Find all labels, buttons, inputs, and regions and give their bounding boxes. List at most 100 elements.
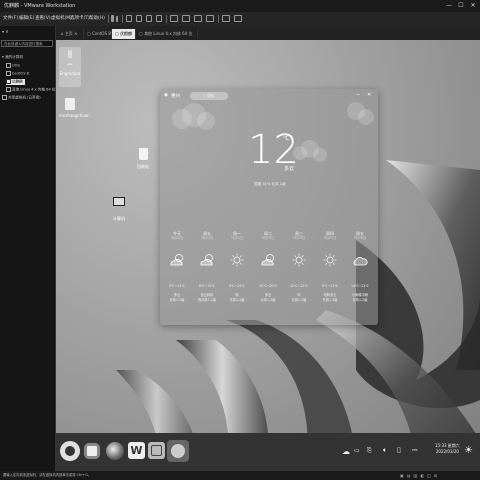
forecast-temp-range: 12℃~22℃ bbox=[290, 284, 308, 288]
library-search-input[interactable]: 在此处键入内容进行搜索 bbox=[1, 40, 53, 47]
toolbar-divider bbox=[218, 15, 219, 23]
forecast-wind: 东风1-2级 bbox=[322, 297, 338, 302]
forecast-date: 3月21日 bbox=[200, 236, 214, 240]
tab-close-icon[interactable]: ✕ bbox=[74, 31, 77, 36]
vm-icon bbox=[6, 87, 11, 92]
forecast-date: 3月23日 bbox=[261, 236, 275, 240]
archive-icon: ⦀ bbox=[67, 50, 73, 61]
forecast-wind: 北风1-2级 bbox=[352, 297, 368, 302]
pause-dropdown-icon[interactable] bbox=[116, 16, 118, 22]
stretch-guest-icon[interactable] bbox=[234, 15, 242, 22]
trash-icon bbox=[138, 148, 148, 160]
forecast-temp-range: 9℃~23℃ bbox=[322, 284, 338, 288]
library-item-uos[interactable]: UOS bbox=[6, 63, 20, 68]
forecast-day: 周二 3月23日 10℃~20℃ 多云 北风1-2级 bbox=[253, 231, 283, 302]
cloud-sun-icon bbox=[162, 252, 192, 278]
desktop-icon-engrampa[interactable]: ⦀ ▪▪▪ Engrampa bbox=[59, 47, 81, 87]
weather-app-icon[interactable] bbox=[167, 440, 189, 462]
forecast-day: 周五 3月21日 8℃~15℃ 多云转晴 西北风1-2级 bbox=[192, 231, 222, 302]
desktop-icon-label: 计算机 bbox=[113, 216, 125, 221]
start-menu-icon[interactable] bbox=[60, 441, 80, 461]
weather-window[interactable]: ◉ 惠州 ⌕ 搜索 − ✕ 12 ℃ 多云 湿度 51% 北风 1级 今天 3月… bbox=[160, 89, 378, 325]
vm-icon bbox=[6, 79, 11, 84]
menu-view[interactable]: 查看(V) bbox=[35, 12, 51, 26]
multitask-view-icon[interactable] bbox=[84, 443, 100, 459]
network-icon[interactable]: ▭ bbox=[354, 447, 360, 454]
computer-icon bbox=[113, 197, 125, 206]
menu-tabs[interactable]: 选项卡(T) bbox=[70, 12, 90, 26]
forecast-day: 周三 3月24日 12℃~22℃ 晴 东风1-2级 bbox=[284, 231, 314, 302]
menu-bar: 文件(F) 编辑(E) 查看(V) 虚拟机(M) 选项卡(T) 帮助(H) bbox=[0, 12, 480, 26]
desktop-icon-label: moshangchuan bbox=[59, 113, 90, 118]
desktop-icon-label: 回收站 bbox=[137, 164, 149, 169]
cloud-sun-icon bbox=[192, 252, 222, 278]
vmware-status-bar: 要输入定向到该虚拟机，请在虚拟机内部单击或按 Ctrl+G。 ▣▤▥◧◫⊞ bbox=[0, 471, 480, 480]
console-view-icon[interactable] bbox=[222, 15, 230, 22]
cloud-icon bbox=[345, 252, 375, 278]
menu-file[interactable]: 文件(F) bbox=[3, 12, 18, 26]
unity-icon[interactable] bbox=[206, 15, 214, 22]
tab-other-linux[interactable]: ▢ 其他 Linux 4.x 内核 64 位 ✕ bbox=[136, 29, 198, 46]
full-screen-icon[interactable] bbox=[194, 15, 202, 22]
forecast-wind: 西北风1-2级 bbox=[198, 297, 216, 302]
menu-help[interactable]: 帮助(H) bbox=[89, 12, 105, 26]
library-header: ▾ ✕ bbox=[2, 29, 9, 34]
forecast-date: 3月24日 bbox=[292, 236, 306, 240]
forecast-wind: 东风1-2级 bbox=[229, 297, 245, 302]
menu-vm[interactable]: 虚拟机(M) bbox=[51, 12, 72, 26]
desktop-icon-home[interactable]: moshangchuan bbox=[59, 98, 90, 118]
forecast-day: 周一 3月22日 9℃~19℃ 晴 东风1-2级 bbox=[222, 231, 252, 302]
library-toggle-icon[interactable] bbox=[170, 15, 178, 22]
forecast-temp-range: 8℃~15℃ bbox=[199, 284, 215, 288]
forecast-temp-range: 14℃~22℃ bbox=[351, 284, 369, 288]
volume-icon[interactable]: 🔈︎ bbox=[383, 446, 387, 455]
usb-device-icon[interactable]: ⎓ bbox=[412, 446, 418, 455]
snapshot-icon[interactable] bbox=[136, 15, 142, 22]
sidebar-toggle-icon[interactable]: ☀ bbox=[464, 445, 473, 456]
tab-youqilin[interactable]: ▢ 优麒麟 ✕ bbox=[112, 29, 136, 46]
send-ctrl-alt-del-icon[interactable] bbox=[126, 15, 132, 22]
library-item-centos8[interactable]: CentOS 8 bbox=[6, 71, 29, 76]
forecast-date: 3月26日 bbox=[353, 236, 367, 240]
status-text: 要输入定向到该虚拟机，请在虚拟机内部单击或按 Ctrl+G。 bbox=[3, 473, 92, 477]
toolbar-divider bbox=[108, 15, 109, 23]
minimize-button[interactable]: — bbox=[444, 0, 454, 12]
window-title-bar: 优麒麟 - VMware Workstation — ☐ ✕ bbox=[0, 0, 480, 12]
thumbnail-bar-icon[interactable] bbox=[182, 15, 190, 22]
sun-icon bbox=[315, 252, 345, 278]
library-item-other-linux[interactable]: 其他 Linux 4.x 内核 64 位 bbox=[6, 87, 56, 93]
library-item-youqilin[interactable]: 优麒麟 bbox=[6, 79, 25, 85]
desktop-icon-computer[interactable]: 计算机 bbox=[110, 197, 128, 222]
desktop-icon-trash[interactable]: 回收站 bbox=[134, 148, 152, 170]
maximize-button[interactable]: ☐ bbox=[456, 0, 466, 12]
tab-home[interactable]: ⌂ 主页 ✕ bbox=[58, 29, 84, 39]
desktop-icon-sublabel: ▪▪▪ bbox=[67, 63, 73, 66]
tab-centos8[interactable]: ▢ CentOS 8 ✕ bbox=[84, 29, 112, 46]
software-center-icon[interactable] bbox=[148, 442, 165, 459]
toolbar-divider bbox=[122, 15, 123, 23]
firefox-icon[interactable] bbox=[106, 442, 124, 460]
vm-icon bbox=[6, 63, 11, 68]
forecast-date: 3月25日 bbox=[323, 236, 337, 240]
forecast-wind: 东风1-2级 bbox=[291, 297, 307, 302]
taskbar-clock[interactable]: 15:33 星期六 2022/03/20 bbox=[435, 443, 460, 455]
current-temperature: 12 bbox=[248, 127, 299, 173]
snapshot-manager-icon[interactable] bbox=[156, 15, 162, 22]
forecast-wind: 北风1-2级 bbox=[260, 297, 276, 302]
forecast-date: 3月20日 bbox=[170, 236, 184, 240]
close-button[interactable]: ✕ bbox=[468, 0, 478, 12]
revert-snapshot-icon[interactable] bbox=[146, 15, 152, 22]
forecast-temp-range: 10℃~20℃ bbox=[259, 284, 277, 288]
notification-cloud-icon[interactable]: ☁ bbox=[342, 447, 350, 456]
pause-icon[interactable] bbox=[111, 15, 114, 22]
battery-icon[interactable]: ▯ bbox=[397, 446, 401, 454]
library-item-shared-vms[interactable]: 共享虚拟机 (已弃用) bbox=[2, 95, 41, 101]
wps-writer-icon[interactable]: W bbox=[128, 442, 145, 459]
sun-icon bbox=[222, 252, 252, 278]
library-item-my-computer[interactable]: ▾ 我的计算机 bbox=[2, 55, 23, 60]
input-method-icon[interactable]: ⎘ bbox=[367, 447, 372, 455]
cloud-sun-icon bbox=[253, 252, 283, 278]
chevron-down-icon: ▾ bbox=[2, 55, 4, 59]
device-status-icons[interactable]: ▣▤▥◧◫⊞ bbox=[400, 471, 440, 480]
menu-edit[interactable]: 编辑(E) bbox=[19, 12, 34, 26]
